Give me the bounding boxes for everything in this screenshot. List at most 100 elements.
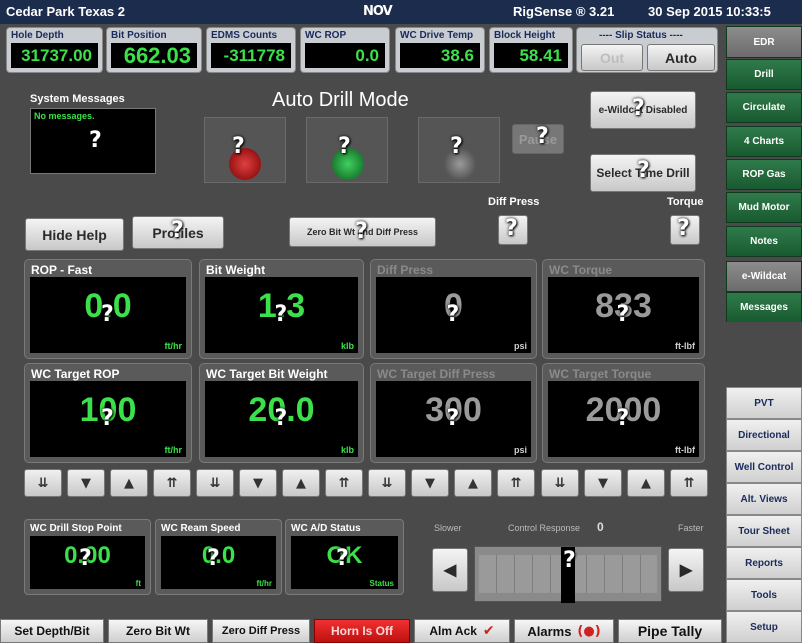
alarm-bell-icon: (●) xyxy=(577,623,601,639)
help-question-icon[interactable]: ? xyxy=(89,128,102,153)
slower-label: Slower xyxy=(434,523,462,533)
sidebar-item-circulate[interactable]: Circulate xyxy=(726,92,802,123)
sidebar-item-well-control[interactable]: Well Control xyxy=(726,451,802,483)
adjust-up-double-arrow-button[interactable]: ⇈ xyxy=(325,469,363,497)
adjust-down-arrow-button[interactable]: ▼ xyxy=(239,469,277,497)
up-double-arrow-icon: ⇈ xyxy=(510,475,522,491)
down-double-arrow-icon: ⇊ xyxy=(37,475,49,491)
sidebar-item-directional[interactable]: Directional xyxy=(726,419,802,451)
down-double-arrow-icon: ⇊ xyxy=(381,475,393,491)
wc-target-torque-panel: WC Target Torque 2000 ft-lbf? xyxy=(542,363,705,463)
help-question-icon[interactable]: ? xyxy=(617,406,630,431)
arrow-left-icon: ◀ xyxy=(443,562,457,579)
adjust-up-arrow-button[interactable]: ▲ xyxy=(110,469,148,497)
adjust-down-double-arrow-button[interactable]: ⇊ xyxy=(24,469,62,497)
panel-label: WC Target Bit Weight xyxy=(206,367,328,381)
sidebar-item-rop-gas[interactable]: ROP Gas xyxy=(726,159,802,190)
panel-label: Diff Press xyxy=(377,263,434,277)
alarms-button[interactable]: Alarms (●) xyxy=(514,619,614,643)
help-question-icon[interactable]: ? xyxy=(563,548,576,573)
horn-toggle-button[interactable]: Horn Is Off xyxy=(314,619,410,643)
alm-ack-button[interactable]: Alm Ack ✔ xyxy=(414,619,510,643)
help-question-icon[interactable]: ? xyxy=(536,124,549,149)
hide-help-button[interactable]: Hide Help xyxy=(25,218,124,251)
wc-target-diff-press-panel: WC Target Diff Press 300 psi? xyxy=(370,363,537,463)
help-question-icon[interactable]: ? xyxy=(355,219,368,244)
adjust-up-arrow-button[interactable]: ▲ xyxy=(627,469,665,497)
slip-out-button[interactable]: Out xyxy=(581,44,643,71)
system-messages-label: System Messages xyxy=(30,93,125,105)
sidebar-item-edr[interactable]: EDR xyxy=(726,26,802,58)
rop-fast-panel: ROP - Fast 0.0 ft/hr? xyxy=(24,259,192,359)
help-question-icon[interactable]: ? xyxy=(101,406,114,431)
help-question-icon[interactable]: ? xyxy=(447,302,460,327)
sidebar-item-e-wildcat[interactable]: e-Wildcat xyxy=(726,261,802,292)
sidebar-item-notes[interactable]: Notes xyxy=(726,226,802,257)
adjust-up-double-arrow-button[interactable]: ⇈ xyxy=(497,469,535,497)
help-question-icon[interactable]: ? xyxy=(450,134,463,159)
sidebar-item-tools[interactable]: Tools xyxy=(726,579,802,611)
indicator-hole-depth: Hole Depth 31737.00 xyxy=(6,27,103,73)
zero-diff-press-button[interactable]: Zero Diff Press xyxy=(212,619,310,643)
up-arrow-icon: ▲ xyxy=(124,475,134,491)
sidebar-item-tour-sheet[interactable]: Tour Sheet xyxy=(726,515,802,547)
down-arrow-icon: ▼ xyxy=(425,475,435,491)
adjust-down-double-arrow-button[interactable]: ⇊ xyxy=(541,469,579,497)
help-question-icon[interactable]: ? xyxy=(505,216,518,241)
panel-label: ROP - Fast xyxy=(31,263,93,277)
faster-arrow-button[interactable]: ▶ xyxy=(668,548,704,592)
help-question-icon[interactable]: ? xyxy=(275,302,288,327)
sidebar-item-alt-views[interactable]: Alt. Views xyxy=(726,483,802,515)
down-arrow-icon: ▼ xyxy=(81,475,91,491)
help-question-icon[interactable]: ? xyxy=(275,406,288,431)
mode-title: Auto Drill Mode xyxy=(272,89,409,111)
system-messages-text: No messages. xyxy=(34,111,95,121)
sidebar-item-4-charts[interactable]: 4 Charts xyxy=(726,126,802,157)
wc-torque-panel: WC Torque 833 ft-lbf? xyxy=(542,259,705,359)
adjust-up-arrow-button[interactable]: ▲ xyxy=(454,469,492,497)
site-name: Cedar Park Texas 2 xyxy=(6,4,125,19)
slip-auto-button[interactable]: Auto xyxy=(647,44,715,71)
help-question-icon[interactable]: ? xyxy=(101,302,114,327)
light-panel-red xyxy=(204,117,286,183)
sidebar-item-drill[interactable]: Drill xyxy=(726,59,802,90)
sidebar-item-mud-motor[interactable]: Mud Motor xyxy=(726,192,802,223)
adjust-up-double-arrow-button[interactable]: ⇈ xyxy=(670,469,708,497)
sidebar-item-setup[interactable]: Setup xyxy=(726,611,802,643)
help-question-icon[interactable]: ? xyxy=(207,546,220,571)
adjust-down-arrow-button[interactable]: ▼ xyxy=(67,469,105,497)
help-question-icon[interactable]: ? xyxy=(232,134,245,159)
help-question-icon[interactable]: ? xyxy=(338,134,351,159)
set-depth-bit-button[interactable]: Set Depth/Bit xyxy=(0,619,104,643)
down-arrow-icon: ▼ xyxy=(253,475,263,491)
panel-unit: klb xyxy=(340,445,354,455)
adjust-down-double-arrow-button[interactable]: ⇊ xyxy=(196,469,234,497)
adjust-down-double-arrow-button[interactable]: ⇊ xyxy=(368,469,406,497)
sidebar-item-pvt[interactable]: PVT xyxy=(726,387,802,419)
sidebar-item-messages[interactable]: Messages xyxy=(726,292,802,323)
checkmark-icon: ✔ xyxy=(482,623,495,639)
help-question-icon[interactable]: ? xyxy=(336,546,349,571)
up-arrow-icon: ▲ xyxy=(468,475,478,491)
adjust-up-double-arrow-button[interactable]: ⇈ xyxy=(153,469,191,497)
indicator-wc-drive-temp: WC Drive Temp 38.6 xyxy=(395,27,485,73)
wc-target-bit-weight-panel: WC Target Bit Weight 20.0 klb? xyxy=(199,363,364,463)
help-question-icon[interactable]: ? xyxy=(632,96,645,121)
help-question-icon[interactable]: ? xyxy=(171,218,184,243)
help-question-icon[interactable]: ? xyxy=(447,406,460,431)
zero-bit-wt-button[interactable]: Zero Bit Wt xyxy=(108,619,208,643)
help-question-icon[interactable]: ? xyxy=(79,546,92,571)
help-question-icon[interactable]: ? xyxy=(617,302,630,327)
panel-label: WC Target Torque xyxy=(549,367,652,381)
adjust-down-arrow-button[interactable]: ▼ xyxy=(584,469,622,497)
adjust-up-arrow-button[interactable]: ▲ xyxy=(282,469,320,497)
adjust-down-arrow-button[interactable]: ▼ xyxy=(411,469,449,497)
panel-label: WC Target Diff Press xyxy=(377,367,496,381)
slower-arrow-button[interactable]: ◀ xyxy=(432,548,468,592)
pipe-tally-button[interactable]: Pipe Tally xyxy=(618,619,722,643)
help-question-icon[interactable]: ? xyxy=(677,216,690,241)
panel-unit: psi xyxy=(513,445,527,455)
sidebar-item-reports[interactable]: Reports xyxy=(726,547,802,579)
slip-status: ---- Slip Status ---- Out Auto xyxy=(576,27,718,73)
help-question-icon[interactable]: ? xyxy=(637,158,650,183)
